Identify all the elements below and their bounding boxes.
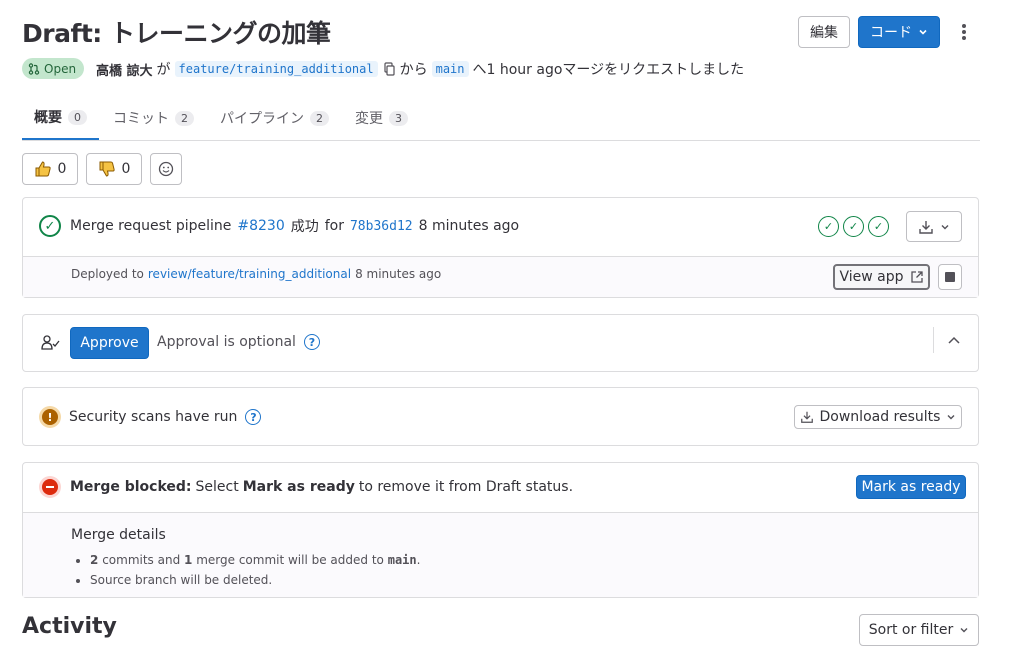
pipeline-prefix: Merge request pipeline xyxy=(70,218,232,234)
add-reaction-button[interactable] xyxy=(150,153,182,185)
mark-as-ready-button[interactable]: Mark as ready xyxy=(856,475,966,499)
tab-count: 2 xyxy=(310,110,329,126)
tab-count: 2 xyxy=(175,110,194,126)
deploy-environment-link[interactable]: review/feature/training_additional xyxy=(148,267,351,281)
commit-sha-link[interactable]: 78b36d12 xyxy=(350,219,413,234)
activity-heading: Activity xyxy=(22,614,117,639)
download-icon xyxy=(800,411,813,423)
author-name[interactable]: 高橋 諒大 xyxy=(96,60,153,79)
security-row: ! Security scans have run ? xyxy=(39,406,262,428)
approve-button[interactable]: Approve xyxy=(70,327,149,359)
edit-button[interactable]: 編集 xyxy=(798,16,850,48)
merge-select: Select xyxy=(195,479,239,495)
smiley-icon xyxy=(158,161,174,177)
pipeline-for: for xyxy=(324,218,344,234)
subline-tail: へ1 hour agoマージをリクエストしました xyxy=(472,62,745,78)
deploy-time: 8 minutes ago xyxy=(355,267,442,281)
security-text: Security scans have run xyxy=(69,409,238,425)
download-icon xyxy=(919,220,933,234)
stage-passed-icon[interactable]: ✓ xyxy=(868,216,889,237)
approval-text: Approval is optional xyxy=(157,334,296,350)
tab-pipelines[interactable]: パイプライン 2 xyxy=(220,96,329,140)
subline-kara: から xyxy=(399,62,428,78)
thumbs-up-icon xyxy=(35,161,51,177)
thumbs-up-count: 0 xyxy=(57,161,67,177)
help-icon[interactable]: ? xyxy=(303,334,320,350)
code-dropdown-button[interactable]: コード xyxy=(858,16,940,48)
external-link-icon xyxy=(910,271,923,283)
deployment-row: Deployed to review/feature/training_addi… xyxy=(71,267,441,281)
detail-end: . xyxy=(416,553,421,567)
deploy-prefix: Deployed to xyxy=(71,267,144,281)
thumbs-down-button[interactable]: 0 xyxy=(86,153,142,185)
stage-passed-icon[interactable]: ✓ xyxy=(843,216,864,237)
blocked-icon xyxy=(39,476,61,498)
chevron-down-icon xyxy=(947,415,955,420)
pipeline-passed-icon[interactable]: ✓ xyxy=(39,215,61,237)
tab-label: パイプライン xyxy=(220,111,304,127)
merge-details-list: 2 commits and 1 merge commit will be add… xyxy=(90,550,420,590)
view-app-button[interactable]: View app xyxy=(833,264,930,290)
thumbs-down-icon xyxy=(99,161,115,177)
approval-status: Approval is optional ? xyxy=(157,334,320,350)
status-badge-label: Open xyxy=(44,61,77,76)
chevron-down-icon xyxy=(960,628,968,633)
sort-filter-label: Sort or filter xyxy=(868,622,954,638)
tab-changes[interactable]: 変更 3 xyxy=(355,96,408,140)
tab-count: 3 xyxy=(389,110,408,126)
tab-label: コミット xyxy=(113,111,169,127)
chevron-down-icon xyxy=(941,224,949,229)
target-branch[interactable]: main xyxy=(431,61,469,77)
pipeline-stages: ✓ ✓ ✓ xyxy=(818,216,889,237)
merge-request-icon xyxy=(28,62,40,75)
sort-filter-dropdown[interactable]: Sort or filter xyxy=(859,614,979,646)
status-badge: Open xyxy=(22,58,85,79)
stage-passed-icon[interactable]: ✓ xyxy=(818,216,839,237)
detail-text: merge commit will be added to xyxy=(196,553,384,567)
page-title: Draft: トレーニングの加筆 xyxy=(22,19,331,48)
tab-label: 概要 xyxy=(34,110,62,126)
help-icon[interactable]: ? xyxy=(245,409,262,425)
download-results-label: Download results xyxy=(819,409,941,425)
mr-subline: 高橋 諒大 が feature/training_additional から m… xyxy=(96,59,744,79)
merge-blocked-label: Merge blocked: xyxy=(70,479,192,495)
chevron-down-icon xyxy=(919,29,927,35)
mr-tabs: 概要 0 コミット 2 パイプライン 2 変更 3 xyxy=(22,96,980,141)
detail-text: commits and xyxy=(102,553,181,567)
thumbs-down-count: 0 xyxy=(121,161,131,177)
tab-commits[interactable]: コミット 2 xyxy=(113,96,194,140)
thumbs-up-button[interactable]: 0 xyxy=(22,153,78,185)
merge-rest: to remove it from Draft status. xyxy=(358,479,574,495)
mark-ready-strong: Mark as ready xyxy=(242,479,355,495)
pipeline-id-link[interactable]: #8230 xyxy=(237,218,284,234)
list-item: Source branch will be deleted. xyxy=(90,570,420,590)
pipeline-time: 8 minutes ago xyxy=(418,218,520,234)
pipeline-status-text: 成功 xyxy=(290,219,319,235)
divider xyxy=(933,327,934,353)
merge-commit-count: 1 xyxy=(184,553,193,567)
subline-ga: が xyxy=(156,62,171,78)
warning-icon: ! xyxy=(39,406,61,428)
tab-overview[interactable]: 概要 0 xyxy=(22,96,99,140)
source-branch[interactable]: feature/training_additional xyxy=(174,61,378,77)
list-item: 2 commits and 1 merge commit will be add… xyxy=(90,550,420,570)
view-app-label: View app xyxy=(839,269,904,285)
download-results-button[interactable]: Download results xyxy=(794,405,962,429)
merge-details-title: Merge details xyxy=(71,527,166,543)
chevron-up-icon[interactable] xyxy=(946,333,962,351)
artifacts-dropdown-button[interactable] xyxy=(906,211,962,242)
commit-count: 2 xyxy=(90,553,99,567)
approvers-icon xyxy=(41,334,61,356)
stop-environment-button[interactable] xyxy=(938,264,962,290)
stop-icon xyxy=(945,272,955,282)
tab-count: 0 xyxy=(68,109,87,125)
merge-blocked-row: Merge blocked: Select Mark as ready to r… xyxy=(39,476,573,498)
code-label: コード xyxy=(870,25,912,41)
pipeline-row: ✓ Merge request pipeline #8230 成功 for 78… xyxy=(39,215,519,237)
target-branch-name: main xyxy=(387,553,417,567)
tab-label: 変更 xyxy=(355,111,383,127)
copy-icon[interactable] xyxy=(382,62,396,76)
kebab-icon[interactable] xyxy=(954,22,974,42)
